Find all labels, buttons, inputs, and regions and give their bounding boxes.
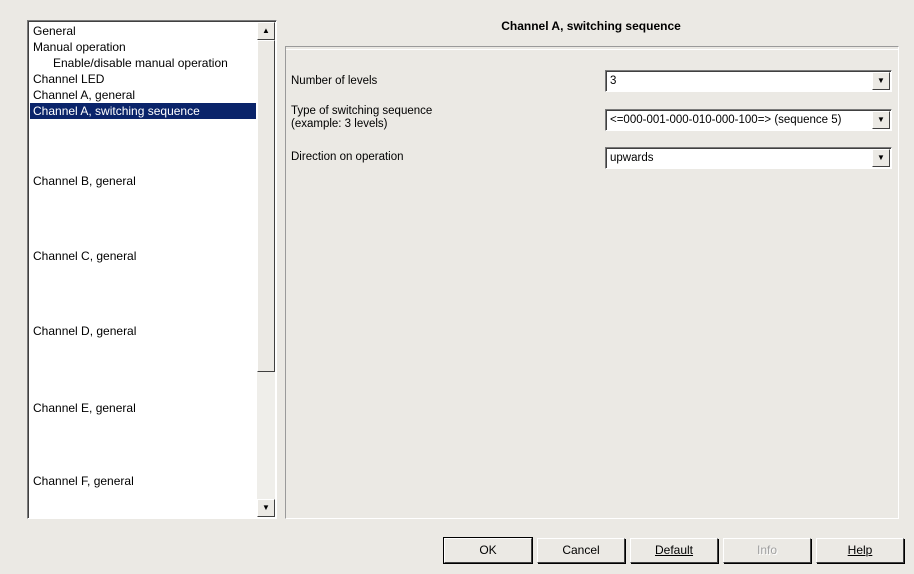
tree-item-channel-e-general[interactable]: Channel E, general [30,400,139,416]
tree-item-channel-f-general[interactable]: Channel F, general [30,473,137,489]
chevron-down-icon[interactable]: ▼ [872,149,890,167]
number-of-levels-select[interactable]: 3 ▼ [605,70,892,92]
tree-scrollbar[interactable]: ▲ ▼ [257,22,275,517]
tree-item-channel-b-general[interactable]: Channel B, general [30,173,139,189]
tree-item-channel-a-general[interactable]: Channel A, general [30,87,138,103]
tree-item-manual-operation[interactable]: Manual operation [30,39,129,55]
tree-item-channel-led[interactable]: Channel LED [30,71,107,87]
tree-item-channel-d-general[interactable]: Channel D, general [30,323,139,339]
cancel-button[interactable]: Cancel [537,538,625,563]
ok-button[interactable]: OK [443,537,533,564]
arrow-up-icon[interactable]: ▲ [257,22,275,40]
default-button[interactable]: Default [630,538,718,563]
chevron-down-icon[interactable]: ▼ [872,111,890,129]
number-of-levels-value: 3 [610,75,617,87]
help-button-label: Help [847,543,873,557]
switching-sequence-select[interactable]: <=000-001-000-010-000-100=> (sequence 5)… [605,109,892,131]
info-button: Info [723,538,811,563]
default-button-label: Default [654,543,694,557]
direction-on-operation-value: upwards [610,152,654,164]
panel-title: Channel A, switching sequence [501,19,681,33]
parameter-tree[interactable]: General Manual operation Enable/disable … [27,20,277,519]
tree-item-channel-a-switching-sequence[interactable]: Channel A, switching sequence [30,103,256,119]
chevron-down-icon[interactable]: ▼ [872,72,890,90]
parameter-panel-inner: Number of levels 3 ▼ Type of switching s… [286,49,898,518]
direction-on-operation-select[interactable]: upwards ▼ [605,147,892,169]
arrow-down-icon[interactable]: ▼ [257,499,275,517]
tree-item-enable-disable-manual-operation[interactable]: Enable/disable manual operation [50,55,231,71]
tree-item-channel-c-general[interactable]: Channel C, general [30,248,139,264]
switching-sequence-value: <=000-001-000-010-000-100=> (sequence 5) [610,114,842,126]
param-label-direction-on-operation: Direction on operation [291,151,404,163]
help-button[interactable]: Help [816,538,904,563]
param-label-number-of-levels: Number of levels [291,75,378,87]
scrollbar-thumb[interactable] [257,40,275,372]
tree-list: General Manual operation Enable/disable … [30,23,256,516]
param-label-type-of-switching-sequence: Type of switching sequence (example: 3 l… [291,105,433,130]
parameter-panel: Number of levels 3 ▼ Type of switching s… [285,46,899,519]
tree-item-general[interactable]: General [30,23,79,39]
